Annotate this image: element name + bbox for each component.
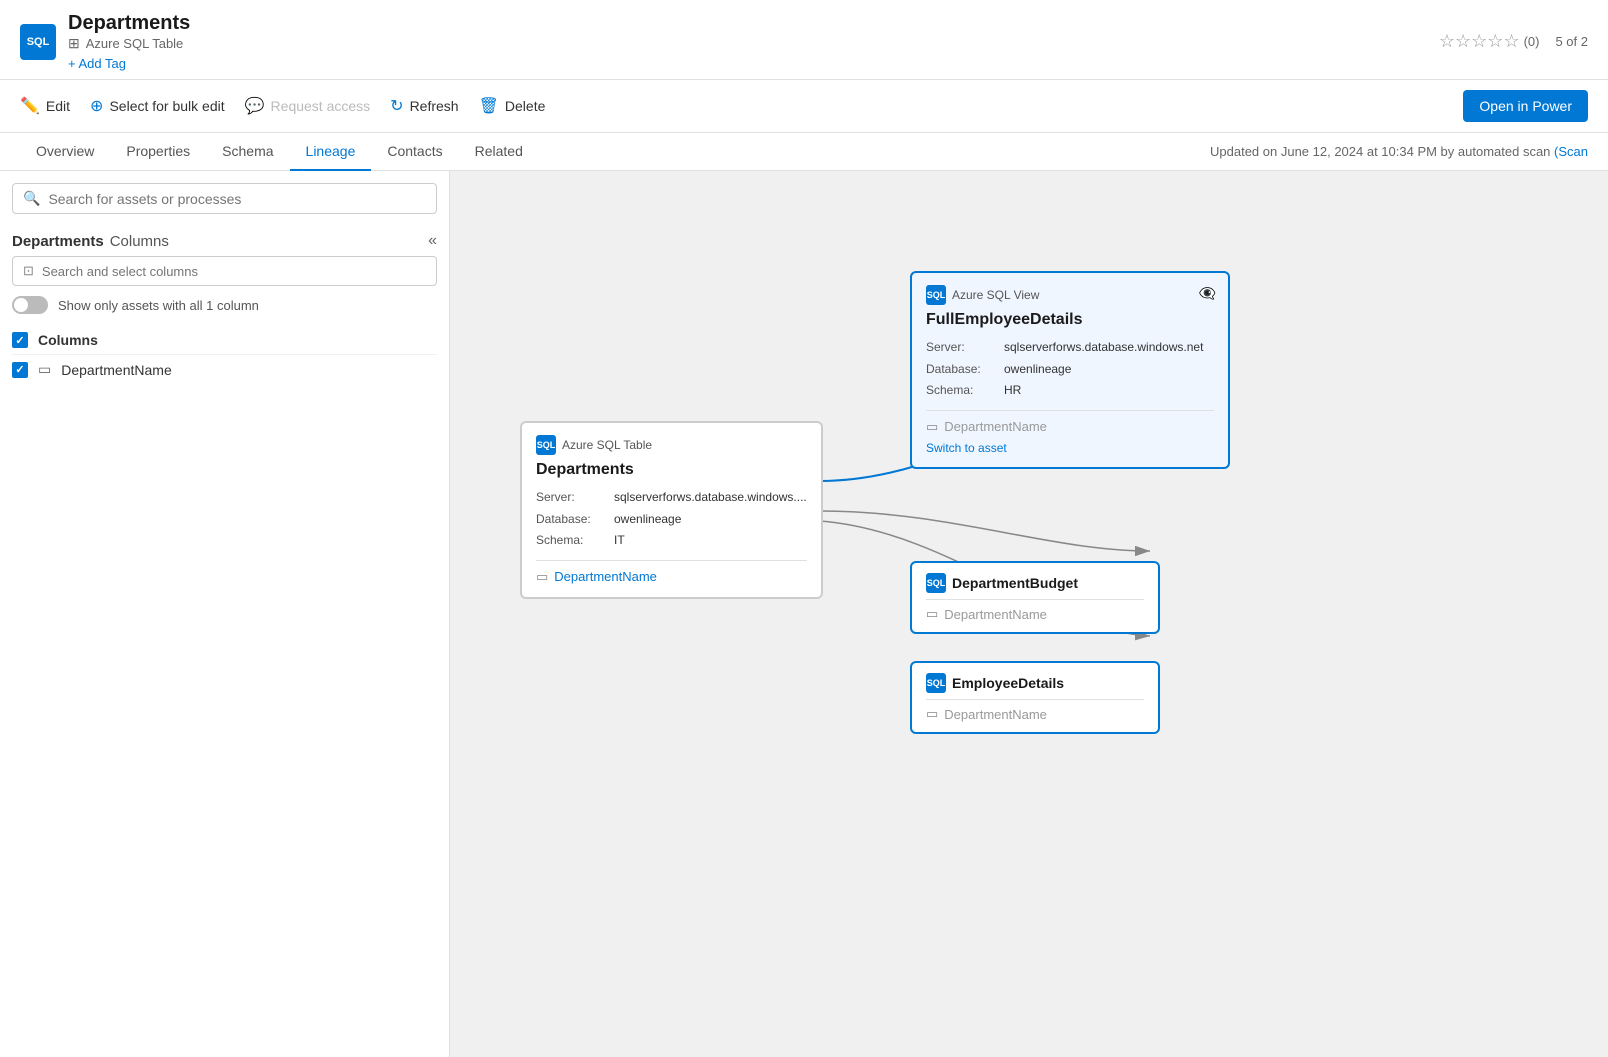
column-toggle[interactable] <box>12 296 48 314</box>
card-sql-icon: SQL <box>536 435 556 455</box>
toggle-knob <box>14 298 28 312</box>
card-sql-icon-2: SQL <box>926 573 946 593</box>
source-card-title: Departments <box>536 461 807 479</box>
tab-contacts[interactable]: Contacts <box>371 133 458 171</box>
column-search-bar[interactable]: ⊡ <box>12 256 437 286</box>
refresh-button[interactable]: ↻ Refresh <box>390 92 458 120</box>
refresh-icon: ↻ <box>390 96 403 116</box>
edit-icon: ✏️ <box>20 96 40 116</box>
scan-link[interactable]: (Scan <box>1554 144 1588 159</box>
columns-group-row: ✓ Columns <box>12 326 437 354</box>
source-card-departments[interactable]: SQL Azure SQL Table Departments Server: … <box>520 421 823 599</box>
asset-search-input[interactable] <box>48 191 426 207</box>
target-card-full-employee[interactable]: 👁‍🗨 SQL Azure SQL View FullEmployeeDetai… <box>910 271 1230 469</box>
field-col-icon: ▭ <box>536 569 548 585</box>
sidebar-title: Departments <box>12 233 104 250</box>
target-card-1-field: ▭ DepartmentName <box>926 410 1214 435</box>
columns-checkbox[interactable]: ✓ <box>12 332 28 348</box>
target-card-dept-budget[interactable]: SQL DepartmentBudget ▭ DepartmentName <box>910 561 1160 634</box>
tab-schema[interactable]: Schema <box>206 133 289 171</box>
card-sql-icon-1: SQL <box>926 285 946 305</box>
card-type-label: SQL Azure SQL Table <box>536 435 807 455</box>
page-title: Departments <box>68 12 190 35</box>
switch-to-asset-link[interactable]: Switch to asset <box>926 441 1214 455</box>
employee-details-field: ▭ DepartmentName <box>926 699 1144 722</box>
card-props: Server: sqlserverforws.database.windows.… <box>536 487 807 552</box>
tab-lineage[interactable]: Lineage <box>290 133 372 171</box>
asset-search-bar[interactable]: 🔍 <box>12 183 437 214</box>
delete-button[interactable]: 🗑 Delete <box>479 92 546 120</box>
eye-icon: 👁‍🗨 <box>1199 285 1216 302</box>
field-icon: ▭ <box>38 361 51 378</box>
tab-overview[interactable]: Overview <box>20 133 110 171</box>
source-card-field: ▭ DepartmentName <box>536 560 807 585</box>
dept-budget-title: SQL DepartmentBudget <box>926 573 1144 593</box>
open-power-button[interactable]: Open in Power <box>1463 90 1588 122</box>
field-col-icon-1: ▭ <box>926 419 938 435</box>
sidebar-subtitle: Columns <box>110 233 169 250</box>
request-access-icon: 💬 <box>245 96 265 116</box>
field-col-icon-2: ▭ <box>926 606 938 622</box>
employee-details-title: SQL EmployeeDetails <box>926 673 1144 693</box>
tab-related[interactable]: Related <box>459 133 539 171</box>
field-checkbox[interactable]: ✓ <box>12 362 28 378</box>
sql-icon: SQL <box>20 24 56 60</box>
list-item: ✓ ▭ DepartmentName <box>12 354 437 384</box>
bulk-edit-button[interactable]: ⊕ Select for bulk edit <box>90 92 225 120</box>
add-tag-button[interactable]: + Add Tag <box>68 56 190 71</box>
card-type-label-1: SQL Azure SQL View <box>926 285 1214 305</box>
tab-properties[interactable]: Properties <box>110 133 206 171</box>
filter-icon: ⊡ <box>23 263 34 279</box>
edit-button[interactable]: ✏️ Edit <box>20 92 70 120</box>
card-props-1: Server: sqlserverforws.database.windows.… <box>926 337 1214 402</box>
grid-icon: ⊞ <box>68 35 80 52</box>
column-search-input[interactable] <box>42 264 426 279</box>
request-access-button[interactable]: 💬 Request access <box>245 92 371 120</box>
columns-group-label: Columns <box>38 332 98 348</box>
card-sql-icon-3: SQL <box>926 673 946 693</box>
toggle-label: Show only assets with all 1 column <box>58 298 259 313</box>
bulk-edit-icon: ⊕ <box>90 96 103 116</box>
toggle-row: Show only assets with all 1 column <box>12 296 437 314</box>
delete-icon: 🗑 <box>479 96 499 116</box>
field-col-icon-3: ▭ <box>926 706 938 722</box>
updated-info: Updated on June 12, 2024 at 10:34 PM by … <box>1210 144 1588 159</box>
page-nav: 5 of 2 <box>1555 34 1588 49</box>
collapse-button[interactable]: « <box>428 232 437 250</box>
asset-type-label: Azure SQL Table <box>86 36 184 51</box>
field-name: DepartmentName <box>61 362 172 378</box>
dept-budget-field: ▭ DepartmentName <box>926 599 1144 622</box>
target-card-employee-details[interactable]: SQL EmployeeDetails ▭ DepartmentName <box>910 661 1160 734</box>
star-rating[interactable]: ☆☆☆☆☆ (0) <box>1439 31 1540 52</box>
search-icon: 🔍 <box>23 190 40 207</box>
target-card-1-title: FullEmployeeDetails <box>926 311 1214 329</box>
lineage-canvas: SQL Azure SQL Table Departments Server: … <box>450 171 1608 1057</box>
